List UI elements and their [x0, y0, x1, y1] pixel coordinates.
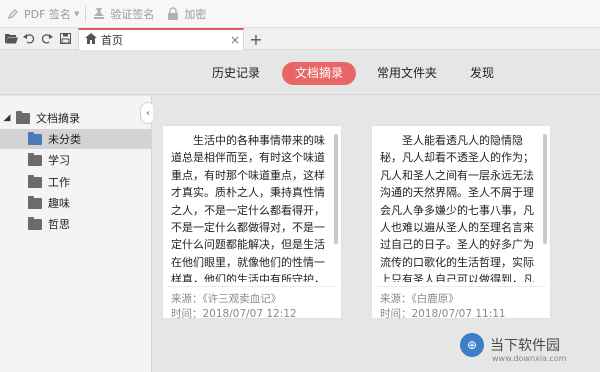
watermark-url: www.downxia.com — [492, 354, 567, 363]
watermark-logo-icon: ⊕ — [460, 333, 484, 357]
folder-icon — [16, 110, 30, 124]
home-icon — [85, 33, 97, 47]
folder-icon — [28, 195, 42, 209]
folder-icon — [28, 131, 42, 145]
excerpt-source: 来源：《白鹿原》 — [380, 293, 459, 305]
undo-icon[interactable] — [20, 28, 38, 50]
verify-sign-label: 验证签名 — [110, 7, 155, 21]
excerpt-source: 来源：《许三观卖血记》 — [171, 293, 282, 305]
scrollbar[interactable] — [543, 134, 547, 244]
section-nav: 历史记录 文档摘录 常用文件夹 发现 — [0, 51, 600, 95]
card-divider — [376, 286, 546, 287]
tab-home-title: 首页 — [101, 34, 123, 47]
sidebar: ◢ 文档摘录 未分类 学习 工作 趣味 哲思 — [0, 96, 152, 372]
chevron-down-icon: ▼ — [73, 9, 80, 18]
save-icon[interactable] — [56, 28, 74, 50]
tab-home[interactable]: 首页 × — [78, 28, 244, 50]
stamp-icon — [92, 7, 106, 21]
tree-item-label: 趣味 — [48, 197, 70, 210]
pdf-sign-button[interactable]: PDF 签名 ▼ — [0, 0, 85, 28]
redo-icon[interactable] — [38, 28, 56, 50]
tree-item-label: 学习 — [48, 154, 70, 167]
tree-item-label: 未分类 — [48, 133, 81, 146]
open-folder-icon[interactable] — [2, 28, 20, 50]
encrypt-button[interactable]: 加密 — [160, 0, 212, 28]
close-icon[interactable]: × — [227, 33, 243, 47]
main-toolbar: PDF 签名 ▼ 验证签名 加密 — [0, 0, 600, 28]
encrypt-label: 加密 — [184, 7, 207, 21]
nav-discover[interactable]: 发现 — [460, 62, 504, 85]
lock-icon — [166, 6, 180, 21]
pdf-sign-label: PDF 签名 — [24, 7, 71, 21]
tree-item-label: 哲思 — [48, 218, 70, 231]
new-tab-button[interactable]: + — [248, 28, 264, 50]
excerpt-card[interactable]: 生活中的各种事情带来的味道总是相伴而至，有时这个味道重点，有时那个味道重点，这样… — [163, 126, 341, 320]
tree-item-label: 工作 — [48, 176, 70, 189]
excerpt-text: 圣人能看透凡人的隐情隐秘，凡人却看不透圣人的作为；凡人和圣人之间有一层永远无法沟… — [380, 134, 534, 282]
nav-favorite-folders[interactable]: 常用文件夹 — [366, 62, 448, 85]
folder-icon — [28, 174, 42, 188]
nav-excerpts[interactable]: 文档摘录 — [282, 62, 356, 85]
scrollbar[interactable] — [334, 134, 338, 244]
tree-root-label: 文档摘录 — [36, 112, 80, 125]
tab-bar: 首页 × + — [0, 28, 600, 50]
folder-icon — [28, 216, 42, 230]
excerpt-card[interactable]: 圣人能看透凡人的隐情隐秘，凡人却看不透圣人的作为；凡人和圣人之间有一层永远无法沟… — [372, 126, 550, 320]
tree-root-excerpts[interactable]: ◢ 文档摘录 — [0, 108, 152, 128]
nav-history[interactable]: 历史记录 — [200, 62, 272, 85]
card-divider — [167, 286, 337, 287]
pen-icon — [6, 7, 20, 21]
tree-item-uncategorized[interactable]: 未分类 — [0, 129, 152, 149]
watermark: ⊕ 当下软件园 www.downxia.com — [460, 318, 600, 372]
tree-item-study[interactable]: 学习 — [0, 150, 152, 170]
watermark-text: 当下软件园 — [490, 338, 560, 354]
excerpt-time: 时间：2018/07/07 12:12 — [171, 308, 297, 320]
folder-icon — [28, 152, 42, 166]
tree-item-fun[interactable]: 趣味 — [0, 193, 152, 213]
verify-sign-button[interactable]: 验证签名 — [86, 0, 160, 28]
tree-item-philosophy[interactable]: 哲思 — [0, 214, 152, 234]
tree-item-work[interactable]: 工作 — [0, 172, 152, 192]
expand-arrow-icon[interactable]: ◢ — [2, 113, 12, 123]
excerpt-text: 生活中的各种事情带来的味道总是相伴而至，有时这个味道重点，有时那个味道重点，这样… — [171, 134, 325, 282]
